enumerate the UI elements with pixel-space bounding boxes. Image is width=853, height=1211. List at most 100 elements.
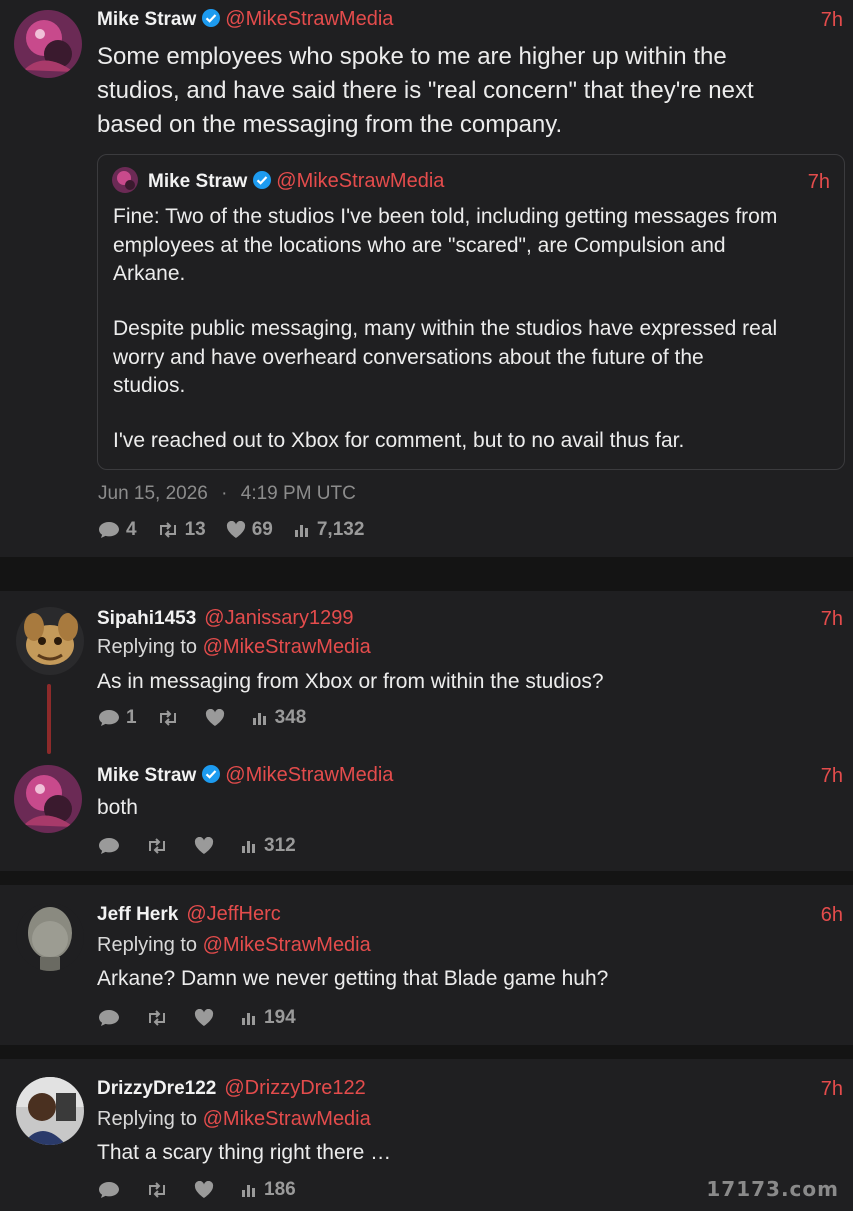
quote-text-line: employees at the locations who are "scar… <box>113 234 726 257</box>
like-button[interactable] <box>205 709 231 727</box>
like-button[interactable] <box>194 1181 220 1199</box>
reply-text: As in messaging from Xbox or from within… <box>97 670 604 693</box>
reply-count: 1 <box>126 707 137 728</box>
timestamp[interactable]: 6h <box>821 904 843 927</box>
reply-icon <box>99 838 119 854</box>
replying-label: Replying to <box>97 636 198 658</box>
reply-button[interactable] <box>98 1181 126 1199</box>
author-handle[interactable]: @MikeStrawMedia <box>225 764 393 786</box>
reply-button[interactable]: 1 <box>98 707 137 729</box>
reply-text: Arkane? Damn we never getting that Blade… <box>97 967 609 990</box>
reply-stats: 194 <box>98 1007 316 1029</box>
avatar[interactable] <box>14 10 82 78</box>
retweet-icon <box>149 838 165 854</box>
reply-button[interactable] <box>98 837 126 855</box>
author-name[interactable]: Sipahi1453 <box>97 608 196 629</box>
bar-chart-icon <box>242 1013 255 1025</box>
views-button[interactable]: 194 <box>240 1007 296 1029</box>
quote-text-line: studios. <box>113 374 186 397</box>
replying-to-handle[interactable]: @MikeStrawMedia <box>203 934 371 956</box>
replying-label: Replying to <box>97 934 198 956</box>
heart-icon <box>194 1009 214 1026</box>
reply-button[interactable] <box>98 1009 126 1027</box>
reply-stats: 312 <box>98 835 316 857</box>
verified-badge-icon <box>253 171 272 189</box>
timestamp[interactable]: 7h <box>821 608 843 631</box>
reply-icon <box>99 522 119 538</box>
author-name[interactable]: Mike Straw <box>97 9 196 30</box>
retweet-button[interactable] <box>146 1181 174 1199</box>
tweet-date[interactable]: Jun 15, 2026 · 4:19 PM UTC <box>98 483 356 505</box>
heart-icon <box>194 837 214 854</box>
heart-icon <box>226 521 245 538</box>
tweet-text-line: Some employees who spoke to me are highe… <box>97 43 727 70</box>
retweet-icon <box>149 1010 165 1026</box>
reply-icon <box>99 1182 119 1198</box>
views-button[interactable]: 186 <box>240 1179 296 1201</box>
tweet-stats: 4 13 69 7,132 <box>98 519 384 541</box>
quote-text-line: Fine: Two of the studios I've been told,… <box>113 205 778 228</box>
avatar[interactable] <box>16 903 84 971</box>
reply-thread: Sipahi1453 @Janissary1299 7h Replying to … <box>0 591 853 871</box>
views-button[interactable]: 312 <box>240 835 296 857</box>
like-button[interactable]: 69 <box>226 519 273 541</box>
quote-author-name: Mike Straw <box>148 171 248 192</box>
reply-button[interactable]: 4 <box>98 519 137 541</box>
views-button[interactable]: 348 <box>251 707 307 729</box>
retweet-button[interactable] <box>146 837 174 855</box>
replying-to-handle[interactable]: @MikeStrawMedia <box>203 636 371 658</box>
retweet-button[interactable] <box>157 709 185 727</box>
bar-chart-icon <box>252 713 266 725</box>
retweet-count: 13 <box>184 519 206 540</box>
separator-dot: · <box>221 483 228 504</box>
quote-avatar <box>112 167 138 193</box>
retweet-button[interactable]: 13 <box>157 519 206 541</box>
reply-stats: 1 348 <box>98 707 326 729</box>
reply-tweet: Jeff Herk @JeffHerc 6h Replying to @MikeS… <box>0 885 853 1045</box>
author-handle[interactable]: @JeffHerc <box>186 903 280 925</box>
quoted-tweet[interactable]: Mike Straw @MikeStrawMedia 7h Fine: Two o… <box>97 154 845 470</box>
avatar[interactable] <box>16 607 84 675</box>
like-button[interactable] <box>194 837 220 855</box>
view-count: 7,132 <box>316 519 365 540</box>
thread-connector <box>47 684 51 754</box>
views-button[interactable]: 7,132 <box>293 519 365 541</box>
author-handle[interactable]: @MikeStrawMedia <box>225 8 393 30</box>
quote-text-line: Arkane. <box>113 262 186 285</box>
avatar[interactable] <box>16 1077 84 1145</box>
verified-badge-icon <box>202 765 221 783</box>
replying-label: Replying to <box>97 1108 198 1130</box>
clock: 4:19 PM UTC <box>240 483 356 504</box>
view-count: 194 <box>264 1007 296 1028</box>
author-handle[interactable]: @Janissary1299 <box>204 607 353 629</box>
tweet-text-line: based on the messaging from the company. <box>97 111 563 138</box>
timestamp[interactable]: 7h <box>821 1078 843 1101</box>
author-name[interactable]: Jeff Herk <box>97 904 178 925</box>
bar-chart-icon <box>294 525 308 537</box>
view-count: 312 <box>264 835 296 856</box>
reply-text: both <box>97 796 138 819</box>
reply-icon <box>99 710 119 726</box>
timestamp[interactable]: 7h <box>821 9 843 32</box>
reply-count: 4 <box>126 519 137 540</box>
watermark: 17173.com <box>706 1177 839 1201</box>
author-handle[interactable]: @DrizzyDre122 <box>224 1077 365 1099</box>
reply-stats: 186 <box>98 1179 316 1201</box>
avatar[interactable] <box>14 765 82 833</box>
author-name[interactable]: Mike Straw <box>97 765 196 786</box>
author-name[interactable]: DrizzyDre122 <box>97 1078 216 1099</box>
view-count: 348 <box>274 707 307 728</box>
replying-to-handle[interactable]: @MikeStrawMedia <box>203 1108 371 1130</box>
retweet-icon <box>149 1182 165 1198</box>
like-button[interactable] <box>194 1009 220 1027</box>
bar-chart-icon <box>242 841 255 853</box>
tweet-text-line: studios, and have said there is "real co… <box>97 77 754 104</box>
retweet-button[interactable] <box>146 1009 174 1027</box>
main-tweet: Mike Straw @MikeStrawMedia 7h Some employ… <box>0 0 853 557</box>
timestamp[interactable]: 7h <box>821 765 843 788</box>
verified-badge-icon <box>202 9 221 27</box>
replying-to: Replying to @MikeStrawMedia <box>97 636 371 659</box>
heart-icon <box>194 1181 214 1198</box>
quote-text-line: Despite public messaging, many within th… <box>113 317 778 340</box>
retweet-icon <box>159 522 176 538</box>
